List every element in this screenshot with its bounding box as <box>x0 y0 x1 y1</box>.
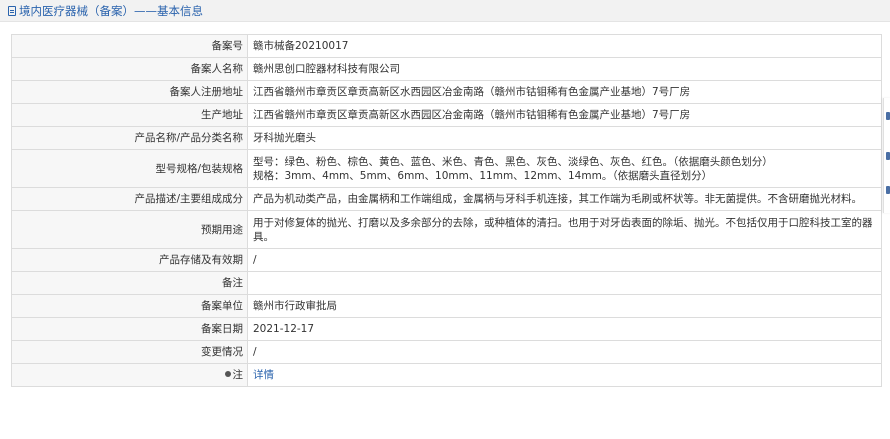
row-label: 备案单位 <box>11 294 248 318</box>
row-label: 备注 <box>11 271 248 295</box>
table-row: 备注 <box>11 271 882 295</box>
side-toolbar[interactable] <box>883 98 890 213</box>
row-label: 变更情况 <box>11 340 248 364</box>
details-cell: 详情 <box>247 363 882 387</box>
row-label: 生产地址 <box>11 103 248 127</box>
page-title: 境内医疗器械（备案）——基本信息 <box>8 3 203 19</box>
table-row: 型号规格/包装规格 型号：绿色、粉色、棕色、黄色、蓝色、米色、青色、黑色、灰色、… <box>11 149 882 188</box>
change-status-value: / <box>247 340 882 364</box>
header-bar: 境内医疗器械（备案）——基本信息 <box>0 0 890 22</box>
row-label: 预期用途 <box>11 210 248 249</box>
model-spec-value: 型号：绿色、粉色、棕色、黄色、蓝色、米色、青色、黑色、灰色、淡绿色、灰色、红色。… <box>247 149 882 188</box>
basic-info-table: 备案号 赣市械备20210017 备案人名称 赣州思创口腔器材科技有限公司 备案… <box>11 34 882 387</box>
table-row: 备案人名称 赣州思创口腔器材科技有限公司 <box>11 57 882 81</box>
table-row: 产品存储及有效期 / <box>11 248 882 272</box>
row-label: 备案人注册地址 <box>11 80 248 104</box>
toolbar-icon[interactable] <box>886 112 890 120</box>
storage-validity-value: / <box>247 248 882 272</box>
model-line: 型号：绿色、粉色、棕色、黄色、蓝色、米色、青色、黑色、灰色、淡绿色、灰色、红色。… <box>253 155 773 168</box>
product-name-value: 牙科抛光磨头 <box>247 126 882 150</box>
toolbar-icon[interactable] <box>886 186 890 194</box>
record-number-value: 赣市械备20210017 <box>247 34 882 58</box>
registered-address-value: 江西省赣州市章贡区章贡高新区水西园区冶金南路（赣州市钴钼稀有色金属产业基地）7号… <box>247 80 882 104</box>
page-title-text: 境内医疗器械（备案）——基本信息 <box>19 4 203 18</box>
table-row: 产品名称/产品分类名称 牙科抛光磨头 <box>11 126 882 150</box>
table-row: 注 详情 <box>11 363 882 387</box>
table-row: 备案单位 赣州市行政审批局 <box>11 294 882 318</box>
row-label: 产品名称/产品分类名称 <box>11 126 248 150</box>
row-label: 备案人名称 <box>11 57 248 81</box>
row-label: 型号规格/包装规格 <box>11 149 248 188</box>
production-address-value: 江西省赣州市章贡区章贡高新区水西园区冶金南路（赣州市钴钼稀有色金属产业基地）7号… <box>247 103 882 127</box>
table-row: 备案日期 2021-12-17 <box>11 317 882 341</box>
intended-use-value: 用于对修复体的抛光、打磨以及多余部分的去除，或种植体的清扫。也用于对牙齿表面的除… <box>247 210 882 249</box>
table-row: 备案号 赣市械备20210017 <box>11 34 882 58</box>
row-label: 备案日期 <box>11 317 248 341</box>
filer-name-value: 赣州思创口腔器材科技有限公司 <box>247 57 882 81</box>
table-row: 备案人注册地址 江西省赣州市章贡区章贡高新区水西园区冶金南路（赣州市钴钼稀有色金… <box>11 80 882 104</box>
document-icon <box>8 6 16 16</box>
product-description-value: 产品为机动类产品，由金属柄和工作端组成，金属柄与牙科手机连接，其工作端为毛刷或杯… <box>247 187 882 211</box>
spec-line: 规格：3mm、4mm、5mm、6mm、10mm、11mm、12mm、14mm。（… <box>253 169 713 182</box>
filing-date-value: 2021-12-17 <box>247 317 882 341</box>
row-label: 产品描述/主要组成成分 <box>11 187 248 211</box>
note-label: 注 <box>11 363 248 387</box>
table-row: 变更情况 / <box>11 340 882 364</box>
toolbar-icon[interactable] <box>886 152 890 160</box>
row-label: 备案号 <box>11 34 248 58</box>
row-label: 产品存储及有效期 <box>11 248 248 272</box>
bullet-icon <box>224 371 231 377</box>
table-row: 生产地址 江西省赣州市章贡区章贡高新区水西园区冶金南路（赣州市钴钼稀有色金属产业… <box>11 103 882 127</box>
remarks-value <box>247 271 882 295</box>
table-row: 预期用途 用于对修复体的抛光、打磨以及多余部分的去除，或种植体的清扫。也用于对牙… <box>11 210 882 249</box>
table-row: 产品描述/主要组成成分 产品为机动类产品，由金属柄和工作端组成，金属柄与牙科手机… <box>11 187 882 211</box>
row-label: 注 <box>232 369 244 381</box>
filing-unit-value: 赣州市行政审批局 <box>247 294 882 318</box>
details-link[interactable]: 详情 <box>253 369 274 381</box>
